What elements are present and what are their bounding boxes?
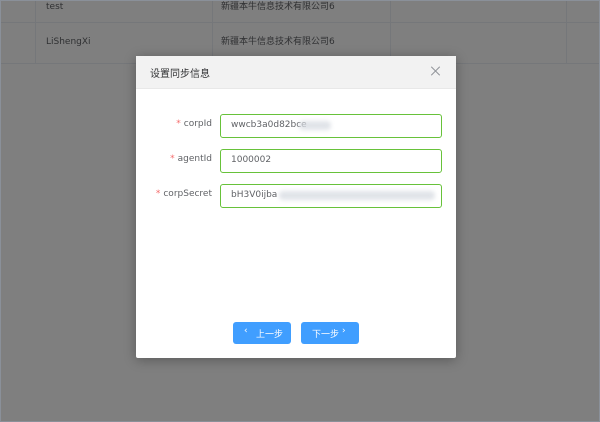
corpid-input[interactable]: wwcb3a0d82bce — [220, 114, 442, 138]
prev-step-label: 上一步 — [256, 330, 284, 340]
redacted-blur — [299, 121, 331, 130]
form-item-corpid: * corpId wwcb3a0d82bce — [136, 114, 456, 138]
chevron-left-icon: ‹ — [244, 326, 248, 336]
form-item-corpsecret: * corpSecret bH3V0ijba — [136, 184, 456, 208]
required-mark: * — [176, 119, 181, 129]
close-icon[interactable] — [430, 65, 442, 77]
next-step-label: 下一步 — [312, 330, 340, 340]
sync-settings-dialog: 设置同步信息 * corpId wwcb3a0d82bce * agentId 10… — [136, 56, 456, 358]
corpsecret-value: bH3V0ijba — [231, 190, 278, 200]
agentid-value: 1000002 — [231, 155, 272, 165]
corpsecret-label: * corpSecret — [156, 189, 212, 199]
corpid-value: wwcb3a0d82bce — [231, 120, 307, 130]
form-item-agentid: * agentId 1000002 — [136, 149, 456, 173]
dialog-header: 设置同步信息 — [136, 56, 456, 89]
corpid-label: * corpId — [176, 119, 212, 129]
corpsecret-input[interactable]: bH3V0ijba — [220, 184, 442, 208]
prev-step-button[interactable]: ‹ 上一步 — [233, 322, 291, 344]
corpid-label-text: corpId — [183, 119, 212, 129]
next-step-button[interactable]: 下一步 › — [301, 322, 359, 344]
agentid-input[interactable]: 1000002 — [220, 149, 442, 173]
corpsecret-label-text: corpSecret — [163, 189, 212, 199]
agentid-label-text: agentId — [177, 154, 212, 164]
required-mark: * — [170, 154, 175, 164]
chevron-right-icon: › — [342, 326, 346, 336]
redacted-blur — [279, 191, 435, 200]
dialog-title: 设置同步信息 — [150, 69, 210, 80]
required-mark: * — [155, 189, 161, 199]
agentid-label: * agentId — [170, 154, 212, 164]
